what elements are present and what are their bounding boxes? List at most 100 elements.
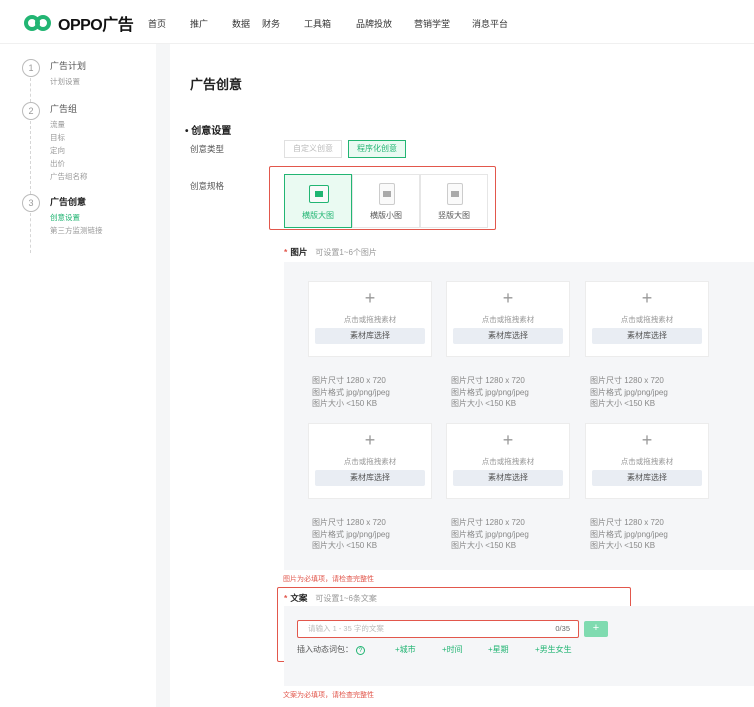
copy-field-header: * 文案 可设置1~6条文案 [284, 592, 377, 604]
copy-hint: 可设置1~6条文案 [315, 594, 377, 603]
page-title: 广告创意 [190, 77, 243, 92]
dynamic-words-label: 插入动态词包：? [297, 644, 365, 655]
creative-type-programmatic[interactable]: 程序化创意 [348, 140, 406, 158]
dynamic-word-time[interactable]: +时间 [442, 644, 463, 655]
library-select-button[interactable]: 素材库选择 [315, 470, 425, 486]
plus-icon: + [364, 430, 376, 450]
copy-label: 文案 [290, 593, 308, 603]
upload-tip: 点击或拖拽素材 [481, 315, 535, 324]
nav-brand-ads[interactable]: 品牌投放 [356, 17, 414, 30]
library-select-button[interactable]: 素材库选择 [592, 328, 702, 344]
plus-icon: + [502, 430, 514, 450]
creative-panel: 广告创意 • 创意设置 创意类型 自定义创意 程序化创意 创意规格 横版大图 横… [170, 44, 754, 707]
step-connector [30, 78, 31, 102]
nav-data[interactable]: 数据 [232, 17, 262, 30]
step-2-sub-group-name[interactable]: 广告组名称 [50, 171, 88, 182]
upload-tip: 点击或拖拽素材 [620, 457, 674, 466]
nav-academy[interactable]: 营销学堂 [414, 17, 472, 30]
oppo-logo[interactable]: OPPO广告 [24, 11, 134, 35]
creative-type-label: 创意类型 [190, 144, 225, 154]
library-select-button[interactable]: 素材库选择 [453, 328, 563, 344]
add-copy-button[interactable]: + [584, 621, 608, 637]
library-select-button[interactable]: 素材库选择 [453, 470, 563, 486]
size-requirement: 图片尺寸 1280 x 720 [312, 376, 386, 385]
format-requirement: 图片格式 jpg/png/jpeg [590, 387, 668, 397]
size-requirement: 图片尺寸 1280 x 720 [451, 518, 525, 527]
step-2-sub-goal[interactable]: 目标 [50, 132, 65, 143]
plus-icon: + [641, 430, 653, 450]
creative-spec-label: 创意规格 [190, 181, 225, 191]
image-upload-slot[interactable]: + 点击或拖拽素材 素材库选择 [308, 281, 432, 357]
copy-char-count: 0/35 [555, 624, 570, 633]
dynamic-word-gender[interactable]: +男生女生 [535, 644, 572, 655]
spec-caption: 横版小图 [370, 211, 402, 220]
size-requirement: 图片尺寸 1280 x 720 [590, 518, 664, 527]
step-1-sub-plan-settings[interactable]: 计划设置 [50, 76, 80, 87]
top-navbar: OPPO广告 首页 推广 数据 财务 工具箱 品牌投放 营销学堂 消息平台 [0, 0, 754, 44]
images-label: 图片 [290, 247, 308, 257]
creative-type-custom[interactable]: 自定义创意 [284, 140, 342, 158]
weight-requirement: 图片大小 <150 KB [590, 399, 656, 408]
spec-caption: 竖版大图 [438, 211, 470, 220]
copy-error-message: 文案为必填项，请检查完整性 [283, 692, 374, 699]
step-connector [30, 121, 31, 194]
spec-landscape-large[interactable]: 横版大图 [284, 174, 352, 228]
step-3-title[interactable]: 广告创意 [50, 195, 86, 208]
step-2-sub-traffic[interactable]: 流量 [50, 119, 65, 130]
image-upload-slot[interactable]: + 点击或拖拽素材 素材库选择 [446, 423, 570, 499]
nav-promotion[interactable]: 推广 [190, 17, 232, 30]
main-nav: 首页 推广 数据 财务 工具箱 品牌投放 营销学堂 消息平台 [148, 17, 530, 30]
format-requirement: 图片格式 jpg/png/jpeg [312, 387, 390, 397]
size-requirement: 图片尺寸 1280 x 720 [451, 376, 525, 385]
step-connector [30, 213, 31, 253]
image-upload-slot[interactable]: + 点击或拖拽素材 素材库选择 [585, 423, 709, 499]
plus-icon: + [364, 288, 376, 308]
image-requirements: 图片尺寸 1280 x 720 图片格式 jpg/png/jpeg 图片大小 <… [312, 517, 436, 552]
dynamic-word-city[interactable]: +城市 [395, 644, 416, 655]
step-3-number: 3 [22, 194, 40, 212]
required-mark: * [284, 593, 288, 603]
step-1-title[interactable]: 广告计划 [50, 59, 86, 72]
step-2-title[interactable]: 广告组 [50, 102, 77, 115]
upload-tip: 点击或拖拽素材 [620, 315, 674, 324]
step-2-sub-bid[interactable]: 出价 [50, 158, 65, 169]
images-field-header: * 图片 可设置1~6个图片 [284, 246, 377, 258]
image-requirements: 图片尺寸 1280 x 720 图片格式 jpg/png/jpeg 图片大小 <… [451, 375, 575, 410]
dynamic-word-weekday[interactable]: +星期 [488, 644, 509, 655]
copy-placeholder: 请输入 1 - 35 字的文案 [308, 624, 384, 633]
image-upload-slot[interactable]: + 点击或拖拽素材 素材库选择 [585, 281, 709, 357]
format-requirement: 图片格式 jpg/png/jpeg [590, 529, 668, 539]
size-requirement: 图片尺寸 1280 x 720 [312, 518, 386, 527]
format-requirement: 图片格式 jpg/png/jpeg [451, 529, 529, 539]
dynamic-words-text: 插入动态词包： [297, 645, 353, 654]
upload-tip: 点击或拖拽素材 [343, 315, 397, 324]
landscape-image-icon [309, 185, 329, 203]
weight-requirement: 图片大小 <150 KB [451, 541, 517, 550]
content-gutter [156, 44, 170, 707]
weight-requirement: 图片大小 <150 KB [312, 541, 378, 550]
step-2-sub-targeting[interactable]: 定向 [50, 145, 65, 156]
image-requirements: 图片尺寸 1280 x 720 图片格式 jpg/png/jpeg 图片大小 <… [312, 375, 436, 410]
library-select-button[interactable]: 素材库选择 [592, 470, 702, 486]
image-upload-slot[interactable]: + 点击或拖拽素材 素材库选择 [308, 423, 432, 499]
step-3-sub-tracking-links[interactable]: 第三方监测链接 [50, 225, 103, 236]
nav-finance[interactable]: 财务 [262, 17, 304, 30]
spec-portrait-large[interactable]: 竖版大图 [420, 174, 488, 228]
nav-toolbox[interactable]: 工具箱 [304, 17, 356, 30]
plus-icon: + [502, 288, 514, 308]
step-sidebar: 1 广告计划 计划设置 2 广告组 流量 目标 定向 出价 广告组名称 3 广告… [0, 44, 156, 707]
portrait-image-icon [379, 183, 395, 205]
help-icon[interactable]: ? [356, 646, 365, 655]
step-3-sub-creative-settings[interactable]: 创意设置 [50, 212, 80, 223]
library-select-button[interactable]: 素材库选择 [315, 328, 425, 344]
oppo-logo-icon [24, 13, 52, 33]
nav-home[interactable]: 首页 [148, 17, 190, 30]
copy-text-input[interactable]: 请输入 1 - 35 字的文案 0/35 [297, 620, 579, 638]
spec-landscape-small[interactable]: 横版小图 [352, 174, 420, 228]
portrait-image-icon [447, 183, 463, 205]
brand-name: OPPO广告 [58, 17, 134, 34]
section-title: • 创意设置 [185, 126, 232, 137]
step-2-number: 2 [22, 102, 40, 120]
nav-messages[interactable]: 消息平台 [472, 17, 530, 30]
image-upload-slot[interactable]: + 点击或拖拽素材 素材库选择 [446, 281, 570, 357]
